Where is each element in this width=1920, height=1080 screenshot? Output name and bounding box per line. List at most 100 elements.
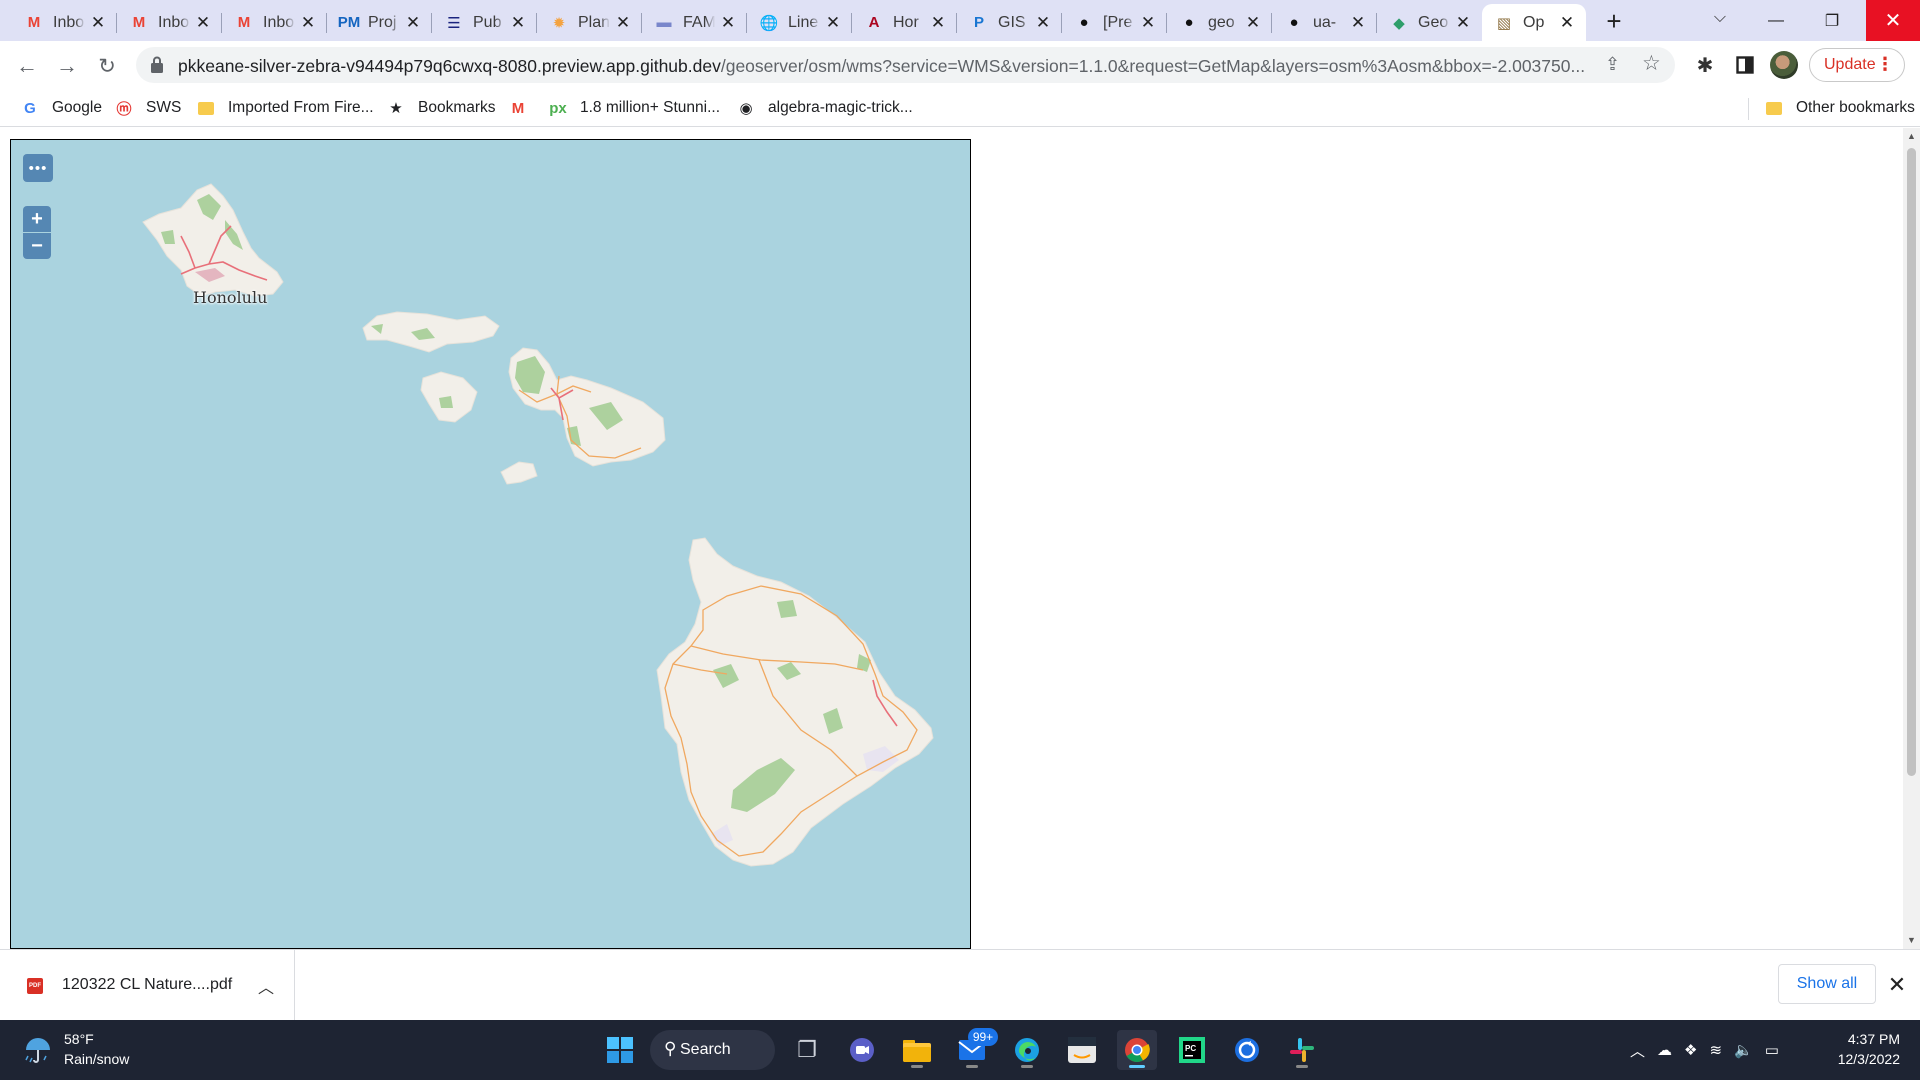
- download-file-name[interactable]: 120322 CL Nature....pdf: [62, 976, 232, 994]
- scroll-up-arrow-icon[interactable]: ▲: [1903, 128, 1920, 145]
- sync-app-icon[interactable]: [1227, 1030, 1267, 1070]
- weather-temperature[interactable]: 58°F: [64, 1031, 94, 1047]
- share-icon[interactable]: ⇪: [1605, 54, 1627, 76]
- file-explorer-icon[interactable]: [897, 1030, 937, 1070]
- side-panel-icon[interactable]: [1730, 50, 1760, 80]
- bookmark-star-icon[interactable]: ☆: [1642, 51, 1666, 75]
- windows-start-icon[interactable]: [600, 1030, 640, 1070]
- browser-tab[interactable]: P GIS ✕: [957, 4, 1062, 41]
- tab-search-chevron-icon[interactable]: ⌵: [1708, 9, 1732, 33]
- close-tab-icon[interactable]: ✕: [1034, 13, 1052, 32]
- close-tab-icon[interactable]: ✕: [299, 13, 317, 32]
- chevron-up-icon[interactable]: ︿: [1630, 1040, 1645, 1061]
- browser-tab[interactable]: M Inbox✕: [222, 4, 327, 41]
- fam-icon: ▬: [656, 14, 672, 31]
- minimize-button[interactable]: —: [1749, 0, 1803, 41]
- forward-arrow-icon[interactable]: →: [52, 51, 82, 81]
- url-text[interactable]: pkkeane-silver-zebra-v94494p79q6cwxq-808…: [178, 56, 1598, 77]
- bookmark-item[interactable]: ◉ algebra-magic-trick...: [736, 95, 912, 121]
- gmail-icon: M: [132, 14, 146, 31]
- scroll-down-arrow-icon[interactable]: ▼: [1903, 932, 1920, 949]
- browser-toolbar: ← → ↻ pkkeane-silver-zebra-v94494p79q6cw…: [0, 41, 1920, 89]
- wifi-icon[interactable]: ≋: [1709, 1041, 1722, 1059]
- close-tab-icon[interactable]: ✕: [1558, 13, 1576, 32]
- reload-icon[interactable]: ↻: [92, 51, 122, 81]
- map-tiles[interactable]: [11, 140, 971, 949]
- sws-icon: ⓜ: [116, 100, 132, 118]
- pycharm-icon[interactable]: PC: [1172, 1030, 1212, 1070]
- close-tab-icon[interactable]: ✕: [1454, 13, 1472, 32]
- edge-browser-icon[interactable]: [1007, 1030, 1047, 1070]
- vertical-scrollbar[interactable]: ▲ ▼: [1903, 128, 1920, 949]
- browser-tab[interactable]: PM Proj ✕: [327, 4, 432, 41]
- extensions-puzzle-icon[interactable]: ✱: [1690, 50, 1720, 80]
- new-tab-button[interactable]: +: [1600, 8, 1628, 36]
- close-tab-icon[interactable]: ✕: [929, 13, 947, 32]
- clock-time[interactable]: 4:37 PM: [1840, 1031, 1900, 1047]
- taskbar-search-box[interactable]: ⚲ Search: [650, 1030, 775, 1070]
- scrollbar-thumb[interactable]: [1907, 148, 1916, 776]
- bookmark-item[interactable]: Imported From Fire...: [196, 95, 374, 121]
- teams-chat-icon[interactable]: [842, 1030, 882, 1070]
- volume-icon[interactable]: 🔈: [1734, 1041, 1753, 1059]
- download-item[interactable]: PDF 120322 CL Nature....pdf ︿: [0, 950, 295, 1020]
- browser-tab[interactable]: ● ua- ✕: [1272, 4, 1377, 41]
- slack-icon[interactable]: [1282, 1030, 1322, 1070]
- bookmark-item[interactable]: G Google: [20, 95, 102, 121]
- close-tab-icon[interactable]: ✕: [404, 13, 422, 32]
- browser-tab[interactable]: ◆ Geo ✕: [1377, 4, 1482, 41]
- browser-tab[interactable]: M Inbox✕: [12, 4, 117, 41]
- close-tab-icon[interactable]: ✕: [1244, 13, 1262, 32]
- rain-umbrella-icon[interactable]: [22, 1034, 54, 1066]
- show-all-downloads-button[interactable]: Show all: [1778, 964, 1876, 1004]
- menu-dots-icon[interactable]: ⋮: [1876, 54, 1894, 75]
- browser-tab[interactable]: M Inbox✕: [117, 4, 222, 41]
- close-tab-icon[interactable]: ✕: [1139, 13, 1157, 32]
- wms-map-viewer[interactable]: ••• + − Honolulu: [10, 139, 971, 949]
- browser-tab[interactable]: ▧ Op ✕: [1482, 4, 1586, 41]
- close-downloads-bar-icon[interactable]: ✕: [1885, 972, 1909, 997]
- browser-tab[interactable]: A Hor ✕: [852, 4, 957, 41]
- chrome-browser-icon[interactable]: [1117, 1030, 1157, 1070]
- browser-tab[interactable]: ☰ Pub ✕: [432, 4, 537, 41]
- browser-tab[interactable]: ● geo ✕: [1167, 4, 1272, 41]
- island-hawaii: [656, 537, 934, 867]
- close-tab-icon[interactable]: ✕: [89, 13, 107, 32]
- close-tab-icon[interactable]: ✕: [614, 13, 632, 32]
- browser-tab[interactable]: ▬ FAM ✕: [642, 4, 747, 41]
- onedrive-cloud-icon[interactable]: ☁: [1657, 1041, 1672, 1059]
- bookmark-item[interactable]: ⓜ SWS: [114, 95, 181, 121]
- weather-description[interactable]: Rain/snow: [64, 1051, 129, 1067]
- dropbox-icon[interactable]: ❖: [1684, 1041, 1697, 1059]
- close-tab-icon[interactable]: ✕: [824, 13, 842, 32]
- gmail-icon: M: [237, 14, 251, 31]
- battery-icon[interactable]: ▭: [1765, 1041, 1779, 1059]
- zoom-in-button[interactable]: +: [23, 206, 51, 232]
- bookmark-item[interactable]: px 1.8 million+ Stunni...: [548, 95, 720, 121]
- map-layer-menu-button[interactable]: •••: [23, 154, 53, 182]
- close-tab-icon[interactable]: ✕: [509, 13, 527, 32]
- lock-icon: [151, 56, 163, 73]
- browser-tab[interactable]: ● [Pre ✕: [1062, 4, 1167, 41]
- openlayers-icon: ▧: [1496, 14, 1512, 32]
- update-button[interactable]: Update ⋮: [1809, 48, 1905, 82]
- back-arrow-icon[interactable]: ←: [12, 51, 42, 81]
- profile-avatar[interactable]: [1770, 51, 1798, 79]
- bookmark-item[interactable]: M: [508, 95, 540, 121]
- gmail-icon: M: [511, 99, 525, 117]
- restore-button[interactable]: ❐: [1805, 0, 1859, 41]
- chevron-up-icon[interactable]: ︿: [258, 974, 274, 998]
- browser-tab[interactable]: 🌐 Line ✕: [747, 4, 852, 41]
- bookmark-item[interactable]: ★ Bookmarks: [386, 95, 495, 121]
- close-tab-icon[interactable]: ✕: [194, 13, 212, 32]
- amazon-app-icon[interactable]: [1062, 1030, 1102, 1070]
- close-window-button[interactable]: ✕: [1866, 0, 1920, 41]
- address-bar[interactable]: pkkeane-silver-zebra-v94494p79q6cwxq-808…: [136, 47, 1675, 83]
- close-tab-icon[interactable]: ✕: [1349, 13, 1367, 32]
- task-view-icon[interactable]: ❐: [787, 1030, 827, 1070]
- other-bookmarks-folder[interactable]: Other bookmarks: [1764, 95, 1915, 121]
- browser-tab[interactable]: ✹ Plan ✕: [537, 4, 642, 41]
- clock-date[interactable]: 12/3/2022: [1820, 1051, 1900, 1067]
- zoom-out-button[interactable]: −: [23, 233, 51, 259]
- close-tab-icon[interactable]: ✕: [719, 13, 737, 32]
